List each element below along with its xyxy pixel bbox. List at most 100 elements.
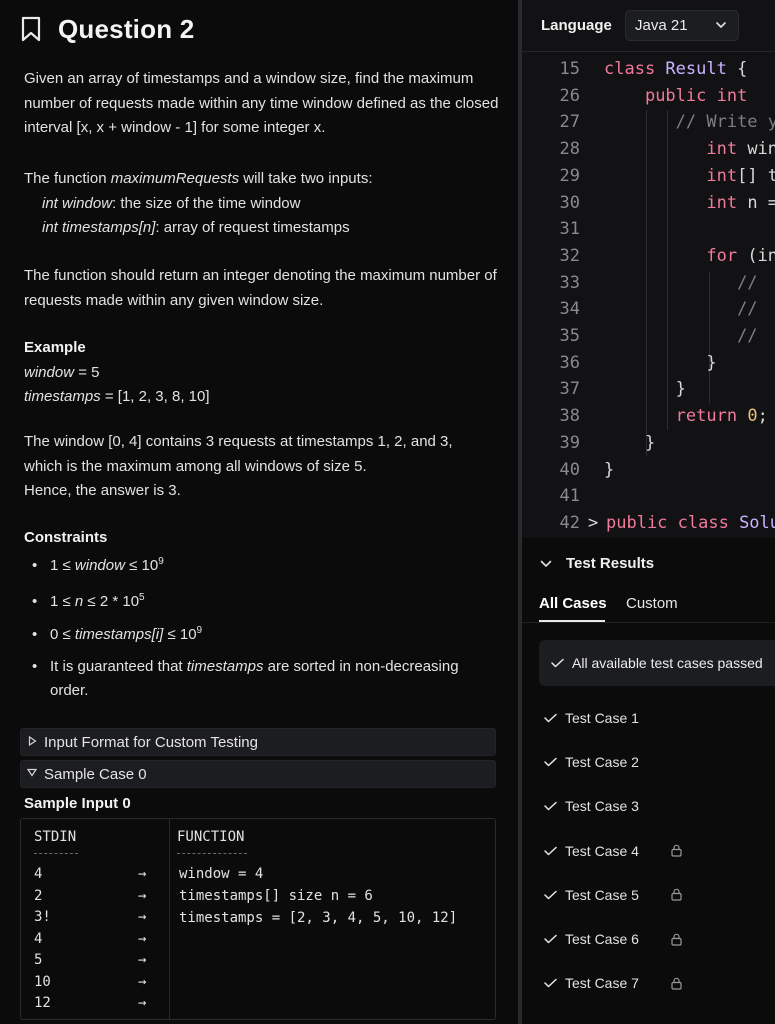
input-timestamps: int timestamps[n]: array of request time…: [42, 219, 350, 236]
code-text: int[] ti: [706, 165, 775, 186]
stdin-row: 4 →: [34, 929, 164, 950]
example-heading: Example: [24, 339, 86, 356]
line-number: 29: [559, 165, 580, 186]
function-row: timestamps[] size n = 6: [179, 888, 373, 904]
question-header: Question 2: [20, 12, 194, 46]
stdin-row: 3! →: [34, 907, 164, 928]
function-inputs: The function maximumRequests will take t…: [24, 167, 500, 241]
arrow-icon: →: [138, 973, 147, 990]
code-line: 31: [522, 216, 775, 243]
tab-all-cases[interactable]: All Cases: [539, 595, 607, 612]
all-passed-banner: All available test cases passed: [539, 640, 775, 686]
test-case-item[interactable]: Test Case 4: [544, 841, 682, 861]
stdin-row: 12 →: [34, 993, 164, 1014]
code-line: 26 public int: [522, 83, 775, 110]
code-text: return 0;: [675, 406, 768, 427]
test-case-item[interactable]: Test Case 5: [544, 885, 682, 905]
line-number: 31: [559, 219, 580, 240]
code-line: 33 //: [522, 270, 775, 297]
stdin-row: 4 →: [34, 864, 164, 885]
test-results-header[interactable]: Test Results: [540, 555, 654, 572]
function-name: maximumRequests: [110, 170, 240, 187]
line-number: 30: [559, 192, 580, 213]
test-results-panel: Test Results All Cases Custom All availa…: [522, 540, 775, 1024]
triangle-down-icon: [25, 768, 39, 780]
code-text: }: [604, 459, 615, 480]
line-number: 37: [559, 379, 580, 400]
arrow-icon: →: [138, 952, 147, 968]
line-number: 39: [559, 432, 580, 453]
accordion-sample-case[interactable]: Sample Case 0: [20, 760, 496, 788]
function-header: FUNCTION: [177, 829, 245, 845]
stdin-row: 5 →: [34, 950, 164, 971]
code-text: //: [737, 326, 758, 346]
code-line: 27 // Write yo: [522, 109, 775, 136]
test-case-label: Test Case 5: [565, 886, 639, 903]
problem-panel: Question 2 Given an array of timestamps …: [0, 0, 518, 1024]
test-case-item[interactable]: Test Case 7: [544, 973, 682, 993]
constraint-sorted: It is guaranteed that timestamps are sor…: [32, 655, 472, 702]
arrow-icon: →: [138, 866, 147, 882]
stdin-value: 4: [34, 866, 43, 882]
arrow-icon: →: [138, 887, 147, 904]
code-text: //: [737, 272, 758, 293]
check-icon: [544, 713, 557, 723]
arrow-icon: →: [138, 930, 147, 947]
check-icon: [544, 890, 557, 900]
example-explanation: The window [0, 4] contains 3 requests at…: [24, 433, 453, 499]
constraint-window: 1 ≤ window ≤ 109: [32, 554, 492, 578]
test-case-label: Test Case 1: [565, 710, 639, 726]
code-text: }: [706, 352, 717, 373]
check-icon: [544, 757, 557, 767]
lock-icon: [671, 844, 682, 857]
language-label: Language: [541, 17, 612, 34]
line-number: 42: [559, 512, 580, 533]
example-section: Example window = 5 timestamps = [1, 2, 3…: [24, 339, 210, 405]
line-number: 15: [559, 59, 580, 79]
function-row: timestamps = [2, 3, 4, 5, 10, 12]: [179, 910, 458, 926]
accordion-input-format[interactable]: Input Format for Custom Testing: [20, 728, 496, 756]
code-text: // Write yo: [675, 112, 775, 133]
stdin-value: 5: [34, 952, 43, 968]
code-text: class Result {: [604, 59, 748, 79]
arrow-icon: →: [138, 909, 147, 925]
chevron-down-icon: [540, 560, 552, 567]
input-window: int window: the size of the time window: [42, 194, 301, 212]
code-text: int wind: [706, 139, 775, 160]
language-select[interactable]: Java 21: [625, 10, 739, 41]
test-case-item[interactable]: Test Case 1: [544, 708, 639, 728]
line-number: 27: [559, 112, 580, 133]
code-line: 42 > public class Solut: [522, 510, 775, 537]
code-line: 37 }: [522, 376, 775, 403]
bookmark-icon[interactable]: [20, 16, 42, 42]
check-icon: [551, 658, 564, 668]
check-icon: [544, 846, 557, 855]
function-row: window = 4: [179, 866, 264, 882]
constraint-n: 1 ≤ n ≤ 2 * 105: [32, 590, 492, 614]
code-line: 39 }: [522, 430, 775, 457]
line-number: 28: [559, 139, 580, 160]
line-number: 33: [559, 272, 580, 293]
test-case-item[interactable]: Test Case 2: [544, 752, 639, 772]
arrow-icon: →: [138, 995, 147, 1011]
page-title: Question 2: [58, 13, 195, 44]
sample-input-block: STDIN FUNCTION 4 → 2 → 3! → 4 → 5 → 10 → 12 → window …: [20, 818, 496, 1020]
code-line: 30 int n =: [522, 190, 775, 217]
test-case-item[interactable]: Test Case 3: [544, 796, 639, 816]
code-line: 36 }: [522, 350, 775, 377]
line-number: 26: [559, 85, 580, 106]
code-text: public int: [644, 85, 748, 106]
check-icon: [544, 802, 557, 811]
stdin-row: 10 →: [34, 972, 164, 993]
test-case-label: Test Case 6: [565, 931, 639, 947]
check-icon: [544, 978, 557, 988]
chevron-right-icon[interactable]: >: [588, 510, 598, 537]
test-case-item[interactable]: Test Case 6: [544, 929, 682, 949]
stdin-header: STDIN: [34, 829, 77, 845]
code-line: 35 //: [522, 323, 775, 350]
line-number: 38: [559, 406, 580, 427]
constraints-heading: Constraints: [24, 529, 108, 546]
triangle-right-icon: [25, 735, 39, 749]
code-line: 40}: [522, 457, 775, 484]
tab-custom[interactable]: Custom: [626, 595, 678, 612]
